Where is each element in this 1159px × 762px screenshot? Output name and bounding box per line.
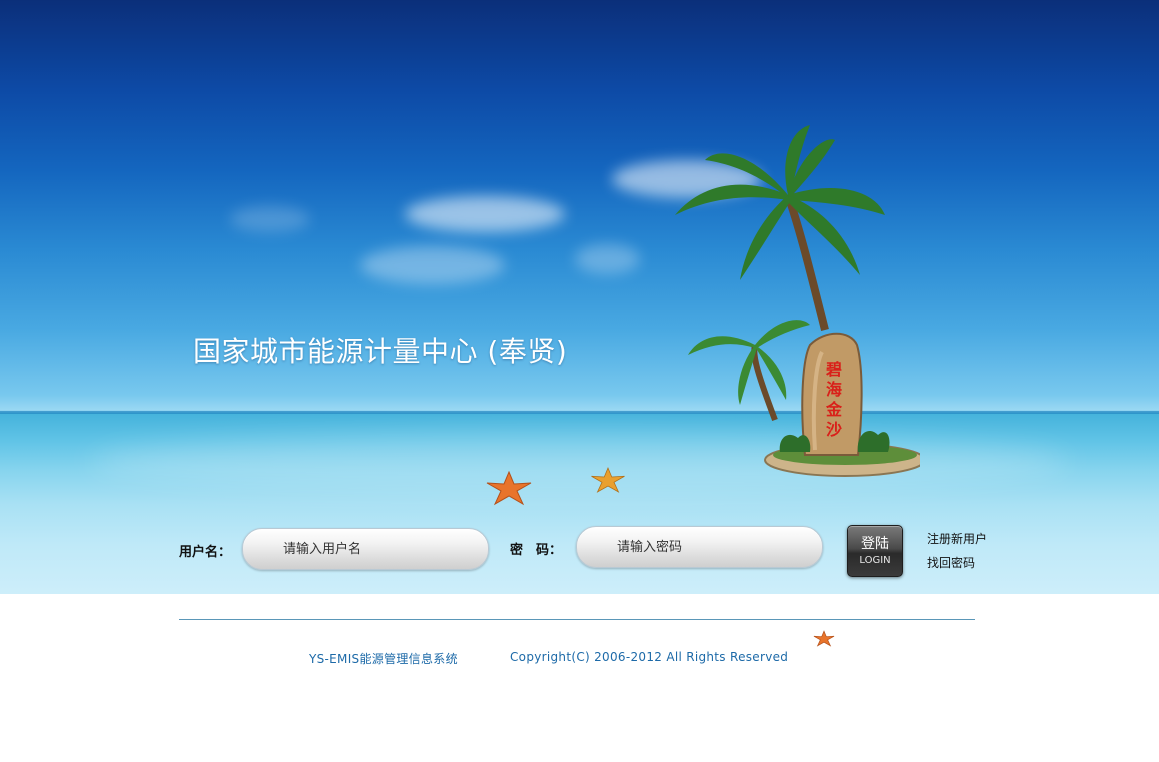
footer-copyright: Copyright(C) 2006-2012 All Rights Reserv… [510, 650, 789, 664]
login-button-sublabel: LOGIN [859, 555, 891, 566]
username-input[interactable] [283, 539, 463, 559]
footer-divider [179, 619, 975, 620]
password-input[interactable] [617, 537, 797, 557]
hero-banner: 国家城市能源计量中心 (奉贤) 碧 海 金 沙 用户名： 请输入用户名 密 码：… [0, 0, 1159, 594]
login-button[interactable]: 登陆 LOGIN [847, 525, 903, 577]
username-label: 用户名： [179, 545, 232, 560]
page-title: 国家城市能源计量中心 (奉贤) [193, 335, 568, 368]
palm-tree-island: 碧 海 金 沙 [675, 125, 920, 477]
horizon [0, 411, 1159, 414]
forgot-password-link[interactable]: 找回密码 [927, 554, 975, 571]
cloud [405, 196, 565, 232]
rock-char: 沙 [826, 420, 842, 439]
cloud [360, 246, 505, 284]
register-link[interactable]: 注册新用户 [927, 530, 987, 547]
username-field[interactable] [242, 528, 489, 570]
sea-reflection [90, 432, 1070, 492]
rock-char: 金 [825, 400, 843, 419]
login-button-label: 登陆 [861, 536, 889, 552]
password-field[interactable] [576, 526, 823, 568]
rock-char: 碧 [825, 360, 842, 379]
starfish-icon [591, 467, 625, 493]
starfish-icon [486, 470, 532, 506]
footer-system-name: YS-EMIS能源管理信息系统 [309, 652, 458, 666]
rock-char: 海 [826, 380, 842, 399]
cloud [230, 206, 310, 232]
password-label: 密 码： [510, 543, 563, 558]
cloud [575, 244, 640, 274]
starfish-icon [813, 630, 835, 647]
